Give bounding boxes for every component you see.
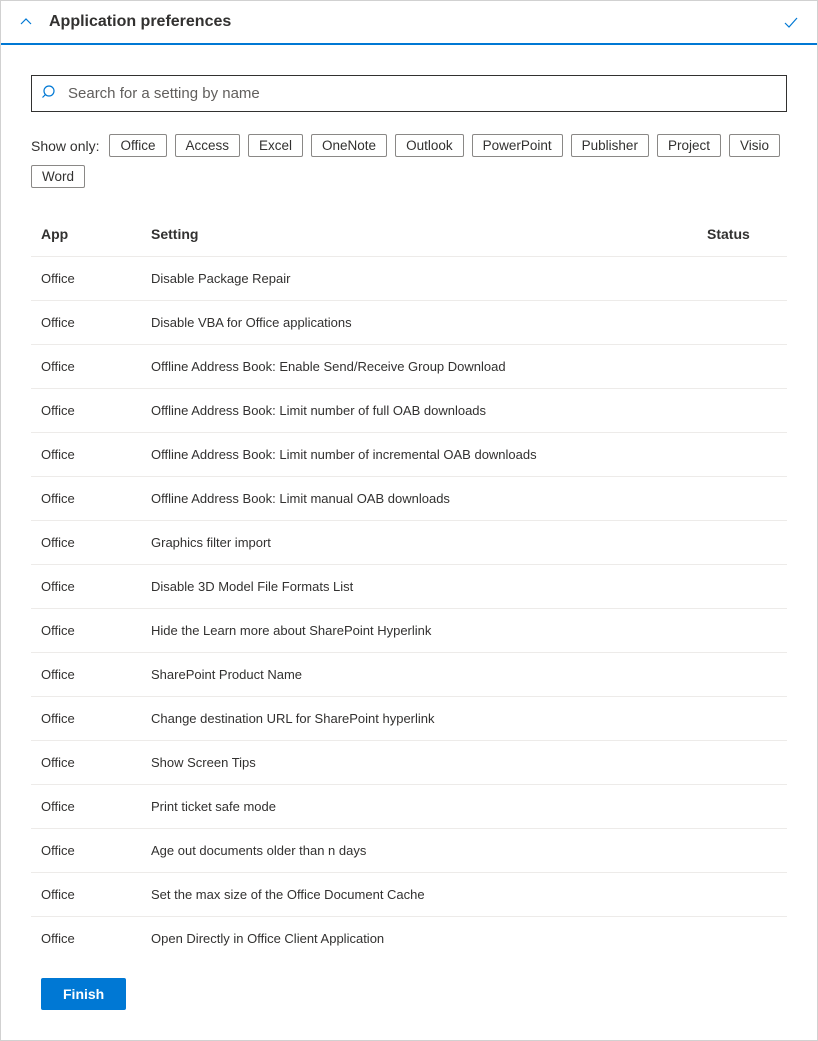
cell-app: Office — [31, 565, 141, 609]
filter-excel[interactable]: Excel — [248, 134, 303, 157]
cell-setting: Offline Address Book: Limit number of in… — [141, 433, 697, 477]
cell-setting: Disable VBA for Office applications — [141, 301, 697, 345]
cell-setting: Offline Address Book: Limit number of fu… — [141, 389, 697, 433]
cell-app: Office — [31, 521, 141, 565]
cell-setting: Offline Address Book: Limit manual OAB d… — [141, 477, 697, 521]
cell-setting: Disable 3D Model File Formats List — [141, 565, 697, 609]
cell-status — [697, 565, 787, 609]
filter-label: Show only: — [31, 138, 99, 154]
cell-app: Office — [31, 433, 141, 477]
search-input[interactable] — [68, 85, 776, 102]
cell-app: Office — [31, 917, 141, 959]
cell-app: Office — [31, 477, 141, 521]
cell-status — [697, 785, 787, 829]
cell-app: Office — [31, 345, 141, 389]
table-row[interactable]: OfficeDisable VBA for Office application… — [31, 301, 787, 345]
header-left: Application preferences — [19, 13, 231, 31]
cell-app: Office — [31, 257, 141, 301]
filter-project[interactable]: Project — [657, 134, 721, 157]
cell-app: Office — [31, 829, 141, 873]
panel-title: Application preferences — [49, 13, 231, 31]
table-row[interactable]: OfficeOpen Directly in Office Client App… — [31, 917, 787, 959]
col-header-app[interactable]: App — [31, 212, 141, 257]
cell-status — [697, 301, 787, 345]
cell-app: Office — [31, 873, 141, 917]
table-row[interactable]: OfficeGraphics filter import — [31, 521, 787, 565]
cell-setting: Show Screen Tips — [141, 741, 697, 785]
cell-status — [697, 697, 787, 741]
table-row[interactable]: OfficeOffline Address Book: Limit number… — [31, 433, 787, 477]
settings-table: App Setting Status OfficeDisable Package… — [31, 212, 787, 958]
table-row[interactable]: OfficeOffline Address Book: Limit manual… — [31, 477, 787, 521]
cell-status — [697, 521, 787, 565]
cell-setting: Age out documents older than n days — [141, 829, 697, 873]
cell-status — [697, 477, 787, 521]
cell-status — [697, 389, 787, 433]
cell-status — [697, 345, 787, 389]
table-row[interactable]: OfficeSharePoint Product Name — [31, 653, 787, 697]
filter-row: Show only: Office Access Excel OneNote O… — [31, 134, 787, 188]
filter-access[interactable]: Access — [175, 134, 241, 157]
panel-header: Application preferences — [1, 1, 817, 45]
cell-setting: SharePoint Product Name — [141, 653, 697, 697]
col-header-status[interactable]: Status — [697, 212, 787, 257]
cell-setting: Change destination URL for SharePoint hy… — [141, 697, 697, 741]
panel-footer: Finish — [31, 978, 787, 1040]
filter-publisher[interactable]: Publisher — [571, 134, 649, 157]
preferences-panel: Application preferences Show only: Offic… — [0, 0, 818, 1041]
table-row[interactable]: OfficeChange destination URL for SharePo… — [31, 697, 787, 741]
cell-status — [697, 873, 787, 917]
cell-status — [697, 829, 787, 873]
filter-onenote[interactable]: OneNote — [311, 134, 387, 157]
cell-status — [697, 257, 787, 301]
cell-status — [697, 653, 787, 697]
table-row[interactable]: OfficePrint ticket safe mode — [31, 785, 787, 829]
cell-app: Office — [31, 785, 141, 829]
panel-content: Show only: Office Access Excel OneNote O… — [1, 45, 817, 1040]
table-row[interactable]: OfficeSet the max size of the Office Doc… — [31, 873, 787, 917]
cell-setting: Graphics filter import — [141, 521, 697, 565]
cell-setting: Set the max size of the Office Document … — [141, 873, 697, 917]
finish-button[interactable]: Finish — [41, 978, 126, 1010]
table-row[interactable]: OfficeDisable 3D Model File Formats List — [31, 565, 787, 609]
search-box[interactable] — [31, 75, 787, 112]
check-icon[interactable] — [783, 14, 799, 30]
cell-status — [697, 741, 787, 785]
filter-powerpoint[interactable]: PowerPoint — [472, 134, 563, 157]
cell-app: Office — [31, 389, 141, 433]
cell-app: Office — [31, 697, 141, 741]
cell-status — [697, 609, 787, 653]
filter-office[interactable]: Office — [109, 134, 166, 157]
table-header-row: App Setting Status — [31, 212, 787, 257]
chevron-up-icon[interactable] — [19, 15, 33, 29]
table-row[interactable]: OfficeDisable Package Repair — [31, 257, 787, 301]
table-row[interactable]: OfficeHide the Learn more about SharePoi… — [31, 609, 787, 653]
cell-status — [697, 433, 787, 477]
filter-word[interactable]: Word — [31, 165, 85, 188]
table-row[interactable]: OfficeShow Screen Tips — [31, 741, 787, 785]
filter-visio[interactable]: Visio — [729, 134, 780, 157]
cell-setting: Print ticket safe mode — [141, 785, 697, 829]
table-row[interactable]: OfficeAge out documents older than n day… — [31, 829, 787, 873]
cell-setting: Hide the Learn more about SharePoint Hyp… — [141, 609, 697, 653]
col-header-setting[interactable]: Setting — [141, 212, 697, 257]
filter-outlook[interactable]: Outlook — [395, 134, 464, 157]
cell-setting: Offline Address Book: Enable Send/Receiv… — [141, 345, 697, 389]
cell-setting: Open Directly in Office Client Applicati… — [141, 917, 697, 959]
cell-app: Office — [31, 653, 141, 697]
cell-status — [697, 917, 787, 959]
search-icon — [42, 84, 58, 103]
cell-app: Office — [31, 301, 141, 345]
cell-setting: Disable Package Repair — [141, 257, 697, 301]
settings-table-scroll[interactable]: App Setting Status OfficeDisable Package… — [31, 212, 787, 958]
cell-app: Office — [31, 741, 141, 785]
table-row[interactable]: OfficeOffline Address Book: Limit number… — [31, 389, 787, 433]
cell-app: Office — [31, 609, 141, 653]
table-row[interactable]: OfficeOffline Address Book: Enable Send/… — [31, 345, 787, 389]
